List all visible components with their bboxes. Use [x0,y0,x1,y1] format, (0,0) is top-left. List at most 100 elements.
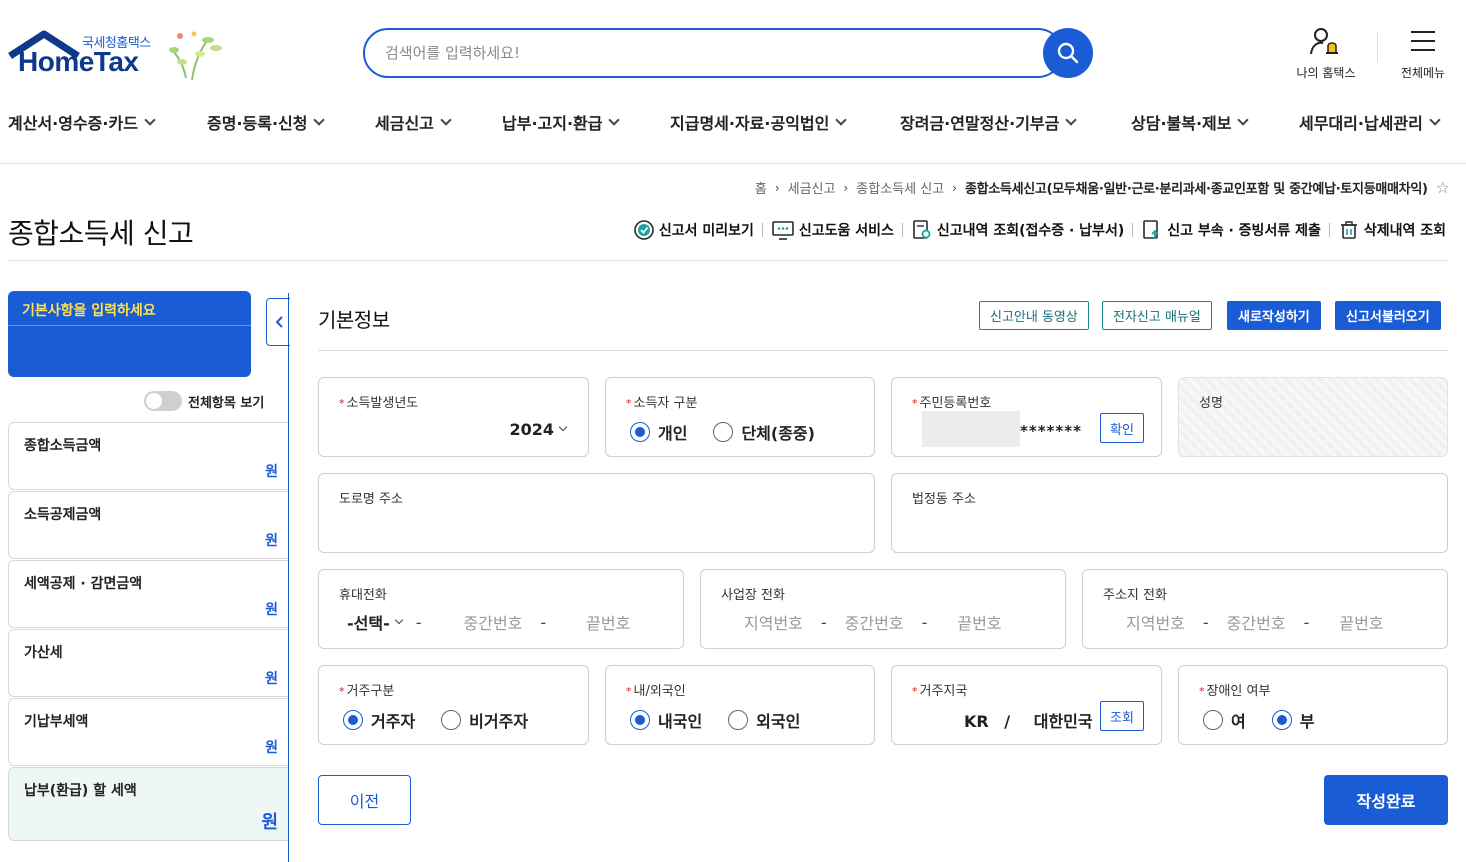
preview-tool[interactable]: 신고서 미리보기 [633,219,754,241]
summary-item: 소득공제금액 원 [8,491,288,559]
year-field: * 소득발생년도 2024 [318,377,589,457]
dash: - [540,612,547,632]
hometax-logo[interactable]: 국세청홈택스 HomeTax [8,28,223,84]
road-address-field[interactable]: 도로명 주소 [318,473,875,553]
radio-disability-yes[interactable] [1203,710,1223,730]
home-last-input[interactable]: 끝번호 [1339,610,1383,634]
summary-label: 기납부세액 [24,714,89,730]
gnb-label: 장려금·연말정산·기부금 [900,114,1060,133]
rrn-masked: ******* [1020,422,1082,440]
filer-type-label: 소득자 구분 [633,396,698,411]
radio-domestic[interactable] [630,710,650,730]
attach-tool[interactable]: 신고 부속 · 증빙서류 제출 [1141,219,1321,241]
disability-radios: 여 부 [1203,708,1314,732]
header-divider [1377,32,1378,62]
deleted-history-tool[interactable]: 삭제내역 조회 [1338,219,1446,241]
chevron-down-icon [1065,113,1078,126]
rrn-label: 주민등록번호 [919,396,992,411]
radio-label: 외국인 [756,712,801,731]
manual-button[interactable]: 전자신고 매뉴얼 [1102,301,1212,330]
new-form-button[interactable]: 새로작성하기 [1227,301,1321,330]
title-divider [8,260,1448,261]
summary-label: 세액공제 · 감면금액 [24,576,143,592]
toggle-switch[interactable] [144,391,182,411]
gnb-item-tax-filing[interactable]: 세금신고 [375,100,452,144]
my-hometax-button[interactable]: 나의 홈택스 [1288,26,1364,81]
tool-divider [1132,223,1134,237]
favorite-star-icon[interactable]: ☆ [1436,178,1450,197]
gnb-label: 증명·등록·신청 [207,114,308,133]
radio-disability-no[interactable] [1271,710,1292,730]
summary-unit: 원 [261,812,278,833]
work-mid-input[interactable]: 중간번호 [845,610,904,634]
breadcrumb-home[interactable]: 홈 [755,178,767,197]
all-menu-button[interactable]: 전체메뉴 [1390,26,1456,81]
chevron-down-icon [394,615,403,624]
tool-label: 신고내역 조회(접수증 · 납부서) [936,223,1125,239]
gnb-item-invoice[interactable]: 계산서·영수증·카드 [8,100,156,144]
collapse-panel-button[interactable] [266,298,290,346]
rrn-confirm-button[interactable]: 확인 [1100,413,1144,443]
year-select[interactable]: 2024 [509,420,568,439]
rrn-field: * 주민등록번호 ******* 확인 [891,377,1162,457]
field-label: * 내/외국인 [626,680,686,699]
breadcrumb-level1[interactable]: 세금신고 [788,178,836,197]
radio-label: 단체(종중) [741,424,815,443]
mobile-last-input[interactable]: 끝번호 [586,610,630,634]
user-bell-icon [1310,28,1338,55]
work-last-input[interactable]: 끝번호 [957,610,1001,634]
gnb-item-statement[interactable]: 지급명세·자료·공익법인 [670,100,848,144]
prev-button[interactable]: 이전 [318,775,411,825]
radio-group[interactable] [713,422,734,442]
radio-label: 비거주자 [469,712,529,731]
dash: - [415,612,422,632]
search-input[interactable] [363,28,1063,78]
nationality-label: 내/외국인 [633,684,686,699]
gnb-item-incentive[interactable]: 장려금·연말정산·기부금 [900,100,1078,144]
step-banner: 기본사항을 입력하세요 [8,291,251,377]
radio-resident[interactable] [343,710,363,730]
tool-label: 삭제내역 조회 [1363,223,1446,239]
dash: - [820,612,827,632]
help-service-tool[interactable]: 신고도움 서비스 [771,219,894,241]
breadcrumb-current: 종합소득세신고(모두채움·일반·근로·분리과세·종교인포함 및 중간예납·토지등… [964,182,1428,197]
gnb-label: 계산서·영수증·카드 [8,114,138,133]
gnb-label: 상담·불복·제보 [1131,114,1232,133]
chevron-right-icon: › [843,180,849,195]
gnb-divider [0,163,1466,164]
tool-divider [901,223,903,237]
residence-field: * 거주구분 거주자 비거주자 [318,665,589,745]
search-button[interactable] [1043,28,1093,78]
radio-foreign[interactable] [728,710,749,730]
required-mark: * [626,685,632,698]
mobile-mid-input[interactable]: 중간번호 [464,610,523,634]
radio-label: 내국인 [658,712,703,731]
breadcrumb-level2[interactable]: 종합소득세 신고 [856,178,944,197]
work-area-input[interactable]: 지역번호 [744,610,803,634]
radio-nonresident[interactable] [441,710,462,730]
mobile-prefix-select[interactable]: -선택- [347,610,403,634]
radio-individual[interactable] [630,422,650,442]
gnb-item-consult[interactable]: 상담·불복·제보 [1131,100,1250,144]
legal-address-field[interactable]: 법정동 주소 [891,473,1448,553]
disability-field: * 장애인 여부 여 부 [1178,665,1448,745]
country-separator: / [1004,712,1011,731]
dash: - [1303,612,1310,632]
rrn-masked-block [922,411,1020,447]
load-form-button[interactable]: 신고서불러오기 [1335,301,1441,330]
gnb-item-certificate[interactable]: 증명·등록·신청 [207,100,326,144]
complete-button[interactable]: 작성완료 [1324,775,1448,825]
home-area-input[interactable]: 지역번호 [1126,610,1185,634]
mobile-inputs: -선택- - 중간번호 - 끝번호 [347,610,665,634]
history-tool[interactable]: 신고내역 조회(접수증 · 납부서) [911,219,1124,241]
tool-label: 신고도움 서비스 [798,223,894,239]
country-lookup-button[interactable]: 조회 [1100,701,1144,731]
residence-radios: 거주자 비거주자 [343,708,528,732]
show-all-toggle[interactable]: 전체항목 보기 [144,391,264,411]
guide-video-button[interactable]: 신고안내 동영상 [979,301,1089,330]
gnb-item-agent[interactable]: 세무대리·납세관리 [1299,100,1441,144]
gnb-item-payment[interactable]: 납부·고지·환급 [502,100,621,144]
home-mid-input[interactable]: 중간번호 [1227,610,1286,634]
section-title: 기본정보 [318,308,390,332]
mobile-label: 휴대전화 [339,588,387,603]
